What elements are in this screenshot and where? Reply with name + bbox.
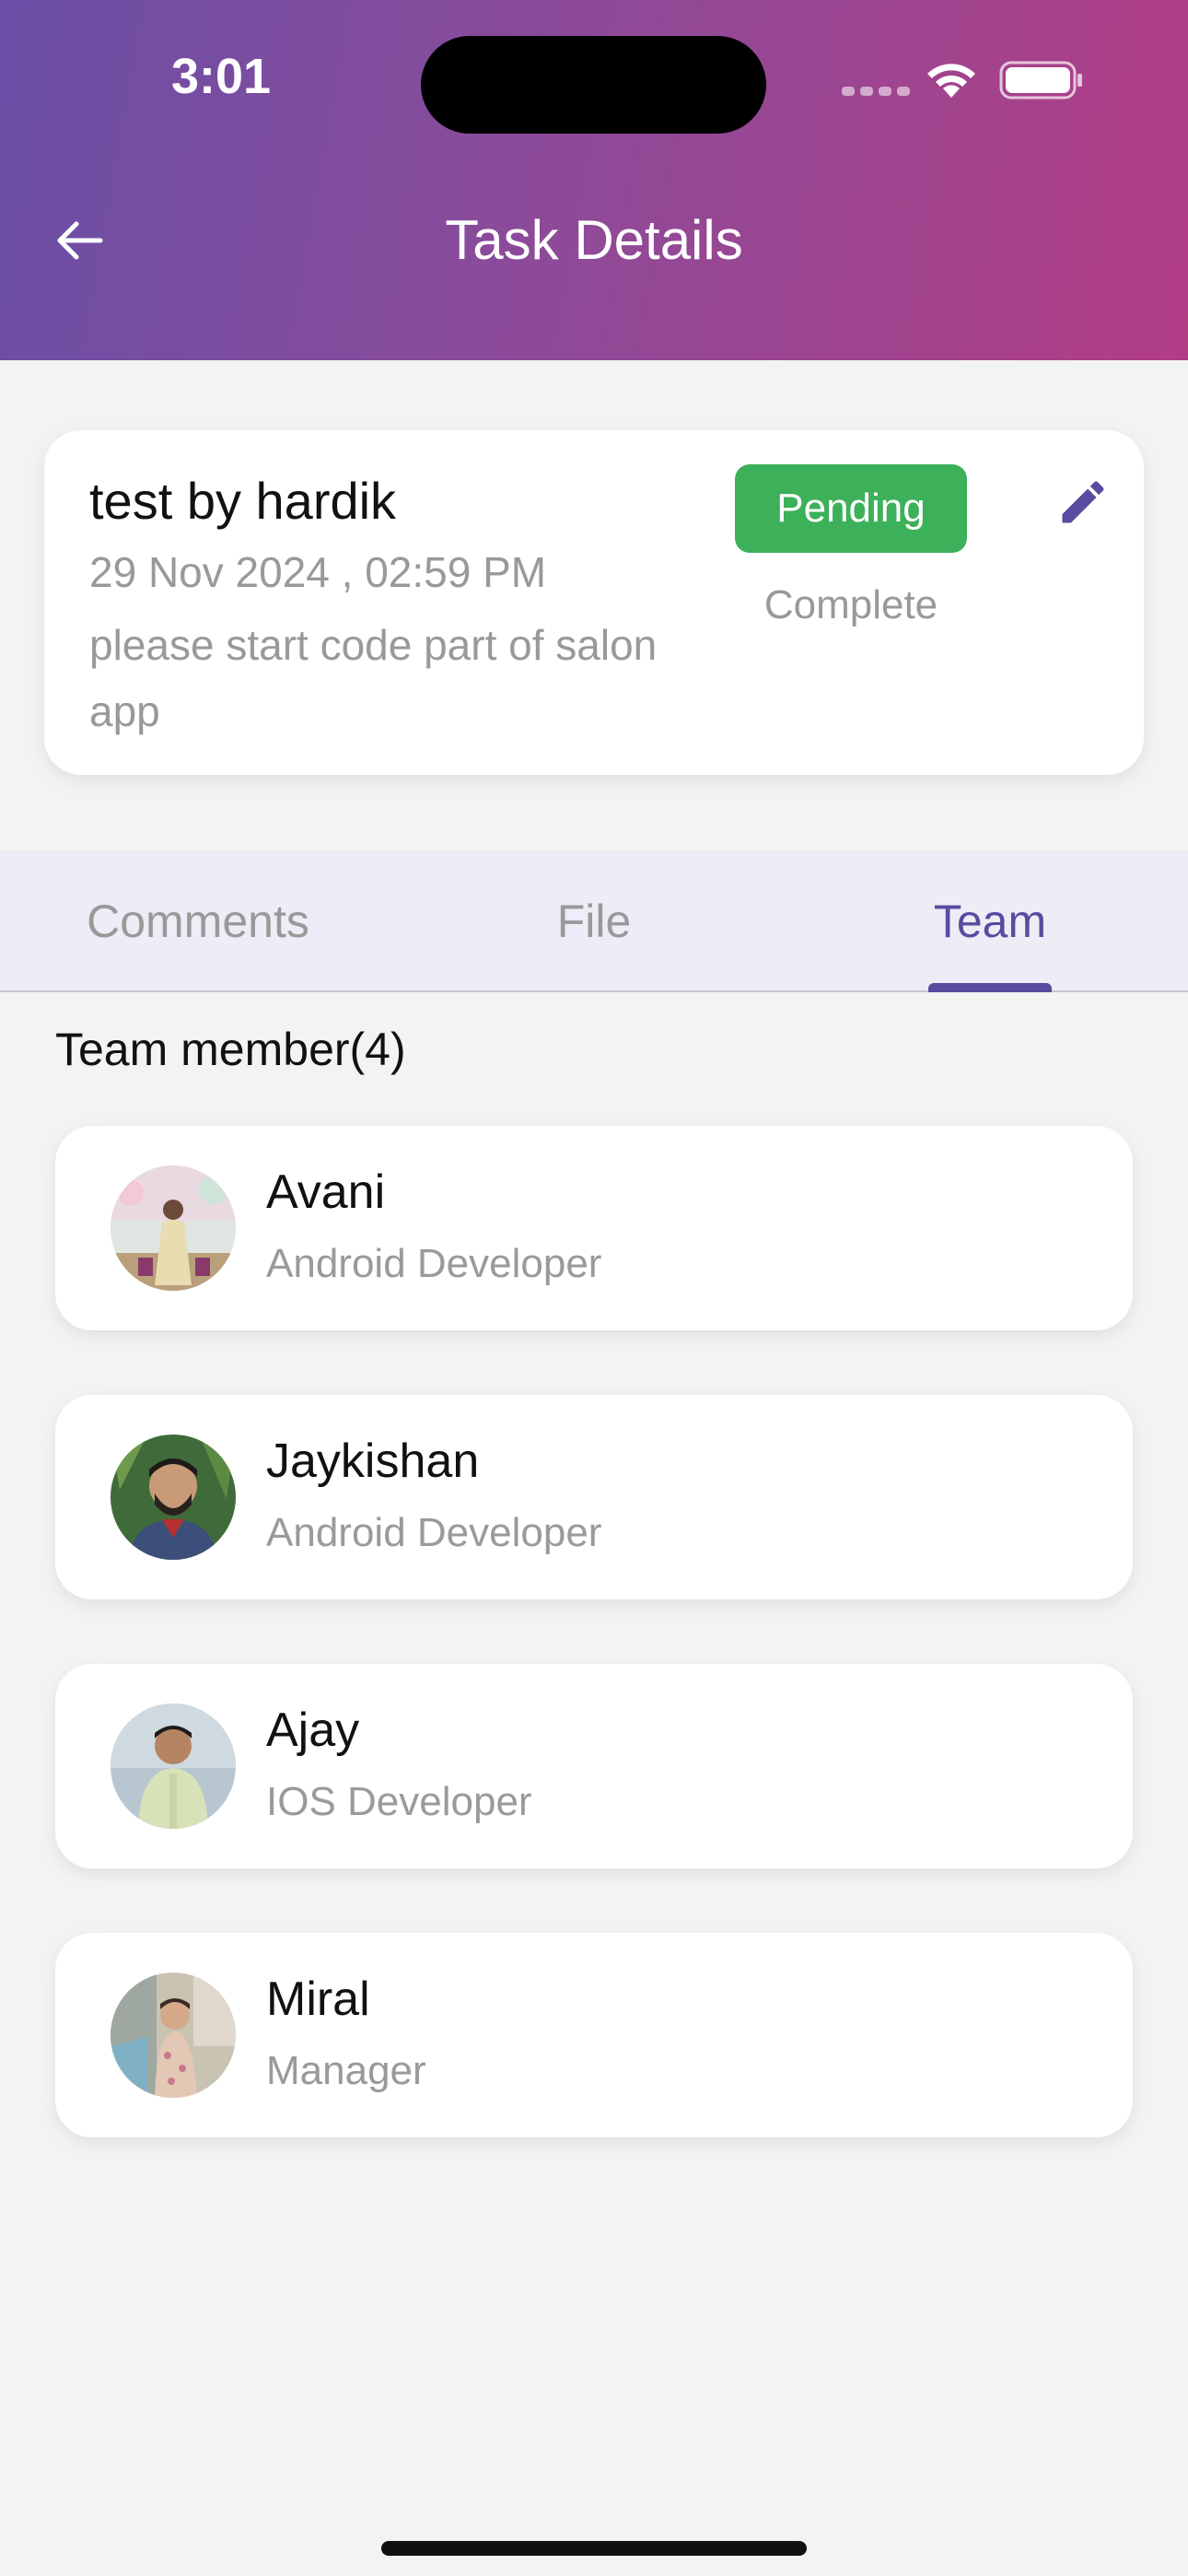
team-member-heading: Team member(4) (55, 1024, 406, 1075)
avatar (111, 1165, 236, 1291)
wifi-icon (927, 64, 975, 98)
page-title: Task Details (445, 209, 743, 271)
battery-icon (999, 61, 1082, 100)
edit-button[interactable] (1046, 465, 1120, 539)
member-role: Android Developer (266, 1510, 602, 1555)
avatar (111, 1434, 236, 1560)
tab-file[interactable]: File (396, 850, 792, 992)
status-time: 3:01 (171, 49, 272, 104)
active-tab-indicator (928, 983, 1052, 992)
status-pending-button[interactable]: Pending (735, 464, 967, 553)
home-indicator (381, 2541, 807, 2556)
member-role: Android Developer (266, 1241, 602, 1286)
member-name: Ajay (266, 1704, 360, 1757)
task-title: test by hardik (89, 472, 397, 530)
tab-team[interactable]: Team (792, 850, 1188, 992)
team-member-card[interactable]: Jaykishan Android Developer (55, 1395, 1133, 1599)
pencil-icon (1062, 481, 1104, 523)
team-member-card[interactable]: Miral Manager (55, 1933, 1133, 2137)
member-name: Avani (266, 1165, 386, 1219)
task-card: test by hardik 29 Nov 2024 , 02:59 PM pl… (44, 430, 1144, 775)
member-role: Manager (266, 2048, 426, 2093)
status-complete-button[interactable]: Complete (735, 582, 967, 628)
header-bar: 3:01 Task Details (0, 0, 1188, 360)
task-description: please start code part of salon app (89, 621, 658, 735)
tab-comments[interactable]: Comments (0, 850, 396, 992)
dynamic-island (421, 36, 766, 134)
member-name: Jaykishan (266, 1434, 480, 1488)
task-date: 29 Nov 2024 , 02:59 PM (89, 548, 547, 596)
tab-bar: Comments File Team (0, 850, 1188, 992)
cellular-signal-icon (842, 87, 910, 96)
member-name: Miral (266, 1973, 370, 2026)
avatar (111, 1704, 236, 1829)
member-role: IOS Developer (266, 1779, 532, 1824)
avatar (111, 1973, 236, 2098)
team-member-card[interactable]: Avani Android Developer (55, 1126, 1133, 1330)
team-member-card[interactable]: Ajay IOS Developer (55, 1664, 1133, 1868)
